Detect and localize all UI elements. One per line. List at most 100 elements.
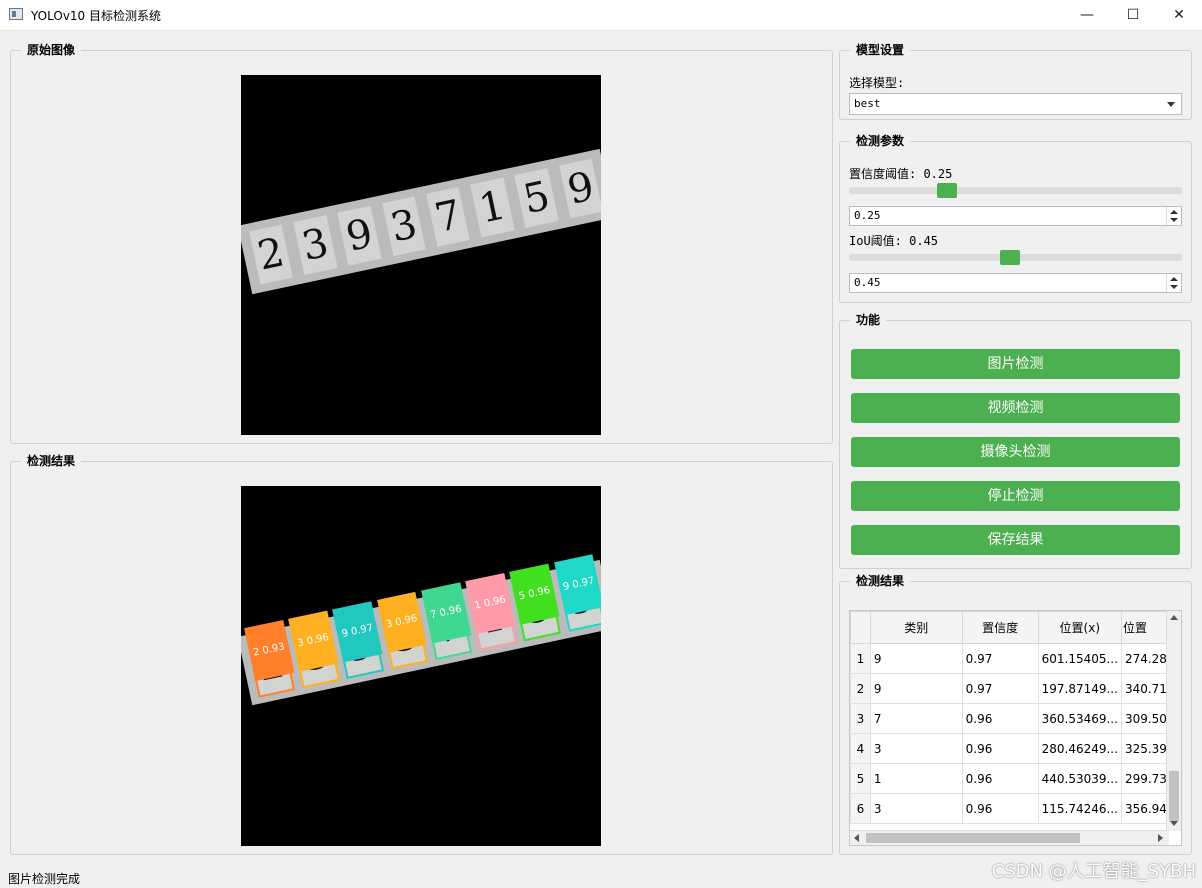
minimize-button[interactable]: — bbox=[1064, 0, 1110, 30]
column-header[interactable]: 位置(x) bbox=[1037, 611, 1122, 644]
column-header[interactable]: 类别 bbox=[869, 611, 963, 644]
row-number[interactable]: 2 bbox=[850, 673, 871, 704]
original-image: 23937159 bbox=[241, 75, 601, 435]
iou-slider[interactable] bbox=[849, 250, 1182, 265]
iou-spinbox-value: 0.45 bbox=[854, 276, 881, 289]
spin-down-icon[interactable] bbox=[1170, 285, 1178, 289]
image-detect-button[interactable]: 图片检测 bbox=[851, 349, 1180, 379]
table-corner[interactable] bbox=[850, 611, 871, 644]
row-number[interactable]: 6 bbox=[850, 793, 871, 824]
spin-up-icon[interactable] bbox=[1170, 277, 1178, 281]
chevron-down-icon bbox=[1167, 102, 1175, 107]
video-detect-button[interactable]: 视频检测 bbox=[851, 393, 1180, 423]
detection-label: 7 0.96 bbox=[421, 582, 472, 644]
confidence-cell[interactable]: 0.97 bbox=[961, 673, 1039, 704]
detection-label: 3 0.96 bbox=[288, 610, 339, 672]
table-row[interactable]: 1 9 0.97 601.15405... 274.28 bbox=[850, 643, 1181, 674]
detect-params-title: 检测参数 bbox=[850, 133, 911, 149]
scroll-up-icon[interactable] bbox=[1170, 615, 1178, 620]
detection-label: 9 0.97 bbox=[332, 601, 383, 663]
confidence-cell[interactable]: 0.96 bbox=[961, 733, 1039, 764]
results-table[interactable]: 类别 置信度 位置(x) 位置 1 9 0.97 601.15405... 274.28… bbox=[849, 610, 1182, 846]
iou-spinbox[interactable]: 0.45 bbox=[849, 273, 1182, 293]
app-icon bbox=[9, 8, 23, 20]
detection-result-title: 检测结果 bbox=[21, 453, 82, 469]
row-number[interactable]: 3 bbox=[850, 703, 871, 734]
position-x-cell[interactable]: 440.53039... bbox=[1037, 763, 1122, 794]
horizontal-scrollbar[interactable] bbox=[850, 830, 1169, 845]
status-text: 图片检测完成 bbox=[8, 872, 81, 886]
detection-box: 9 0.979 bbox=[332, 601, 384, 679]
position-x-cell[interactable]: 601.15405... bbox=[1037, 643, 1122, 674]
detection-box: 7 0.967 bbox=[421, 582, 473, 661]
class-cell[interactable]: 9 bbox=[869, 673, 963, 704]
row-number[interactable]: 5 bbox=[850, 763, 871, 794]
position-x-cell[interactable]: 360.53469... bbox=[1037, 703, 1122, 734]
detection-label: 9 0.97 bbox=[553, 554, 601, 616]
table-row[interactable]: 5 1 0.96 440.53039... 299.73 bbox=[850, 763, 1181, 794]
functions-title: 功能 bbox=[850, 312, 887, 328]
digit-tile: 7 bbox=[426, 186, 471, 247]
horizontal-scroll-thumb[interactable] bbox=[866, 833, 1080, 843]
digit-strip: 23937159 bbox=[241, 148, 601, 295]
detection-box: 3 0.963 bbox=[376, 591, 429, 670]
title-bar: YOLOv10 目标检测系统 — ☐ ✕ bbox=[0, 0, 1202, 31]
confidence-cell[interactable]: 0.96 bbox=[961, 703, 1039, 734]
position-x-cell[interactable]: 115.74246... bbox=[1037, 793, 1122, 824]
result-image: 2 0.9323 0.9639 0.9793 0.9637 0.9671 0.9… bbox=[241, 486, 601, 846]
model-select-label: 选择模型: bbox=[849, 76, 905, 90]
watermark: CSDN @人工智能_SYBH bbox=[991, 861, 1196, 882]
spin-up-icon[interactable] bbox=[1170, 210, 1178, 214]
digit-tile: 9 bbox=[337, 205, 382, 266]
confidence-cell[interactable]: 0.96 bbox=[961, 763, 1039, 794]
class-cell[interactable]: 3 bbox=[869, 793, 963, 824]
model-select[interactable]: best bbox=[849, 93, 1182, 115]
iou-spin-buttons[interactable] bbox=[1166, 274, 1181, 292]
detection-box: 9 0.979 bbox=[553, 554, 601, 632]
camera-detect-button[interactable]: 摄像头检测 bbox=[851, 437, 1180, 467]
detection-label: 1 0.96 bbox=[465, 572, 516, 635]
digit-tile: 5 bbox=[514, 168, 559, 228]
digit-tile: 9 bbox=[558, 158, 601, 219]
confidence-slider-handle[interactable] bbox=[937, 183, 957, 198]
class-cell[interactable]: 3 bbox=[869, 733, 963, 764]
row-number[interactable]: 1 bbox=[850, 643, 871, 674]
scroll-down-icon[interactable] bbox=[1170, 821, 1178, 826]
position-x-cell[interactable]: 280.46249... bbox=[1037, 733, 1122, 764]
digit-tile: 3 bbox=[293, 215, 338, 275]
detection-box: 2 0.932 bbox=[243, 619, 296, 698]
class-cell[interactable]: 9 bbox=[869, 643, 963, 674]
confidence-spinbox[interactable]: 0.25 bbox=[849, 206, 1182, 226]
vertical-scrollbar[interactable] bbox=[1166, 611, 1181, 831]
confidence-spin-buttons[interactable] bbox=[1166, 207, 1181, 225]
scroll-right-icon[interactable] bbox=[1158, 834, 1163, 842]
position-x-cell[interactable]: 197.87149... bbox=[1037, 673, 1122, 704]
maximize-button[interactable]: ☐ bbox=[1110, 0, 1156, 30]
confidence-cell[interactable]: 0.96 bbox=[961, 793, 1039, 824]
vertical-scroll-thumb[interactable] bbox=[1169, 771, 1179, 821]
spin-down-icon[interactable] bbox=[1170, 218, 1178, 222]
column-header[interactable]: 置信度 bbox=[961, 611, 1039, 644]
results-table-title: 检测结果 bbox=[850, 573, 911, 589]
confidence-cell[interactable]: 0.97 bbox=[961, 643, 1039, 674]
row-number[interactable]: 4 bbox=[850, 733, 871, 764]
save-results-button[interactable]: 保存结果 bbox=[851, 525, 1180, 555]
detection-box: 3 0.963 bbox=[288, 610, 340, 689]
stop-detect-button[interactable]: 停止检测 bbox=[851, 481, 1180, 511]
class-cell[interactable]: 1 bbox=[869, 763, 963, 794]
digit-tile: 2 bbox=[249, 224, 294, 285]
table-row[interactable]: 6 3 0.96 115.74246... 356.94 bbox=[850, 793, 1181, 824]
original-image-title: 原始图像 bbox=[21, 42, 82, 58]
scroll-left-icon[interactable] bbox=[854, 834, 859, 842]
confidence-label: 置信度阈值: 0.25 bbox=[849, 167, 953, 181]
iou-slider-handle[interactable] bbox=[1000, 250, 1020, 265]
table-row[interactable]: 3 7 0.96 360.53469... 309.50 bbox=[850, 703, 1181, 734]
model-select-value: best bbox=[854, 97, 881, 110]
confidence-slider[interactable] bbox=[849, 183, 1182, 198]
class-cell[interactable]: 7 bbox=[869, 703, 963, 734]
detection-label: 5 0.96 bbox=[509, 563, 560, 625]
table-row[interactable]: 4 3 0.96 280.46249... 325.39 bbox=[850, 733, 1181, 764]
digit-tile: 1 bbox=[470, 177, 515, 238]
table-row[interactable]: 2 9 0.97 197.87149... 340.71 bbox=[850, 673, 1181, 704]
close-button[interactable]: ✕ bbox=[1156, 0, 1202, 30]
